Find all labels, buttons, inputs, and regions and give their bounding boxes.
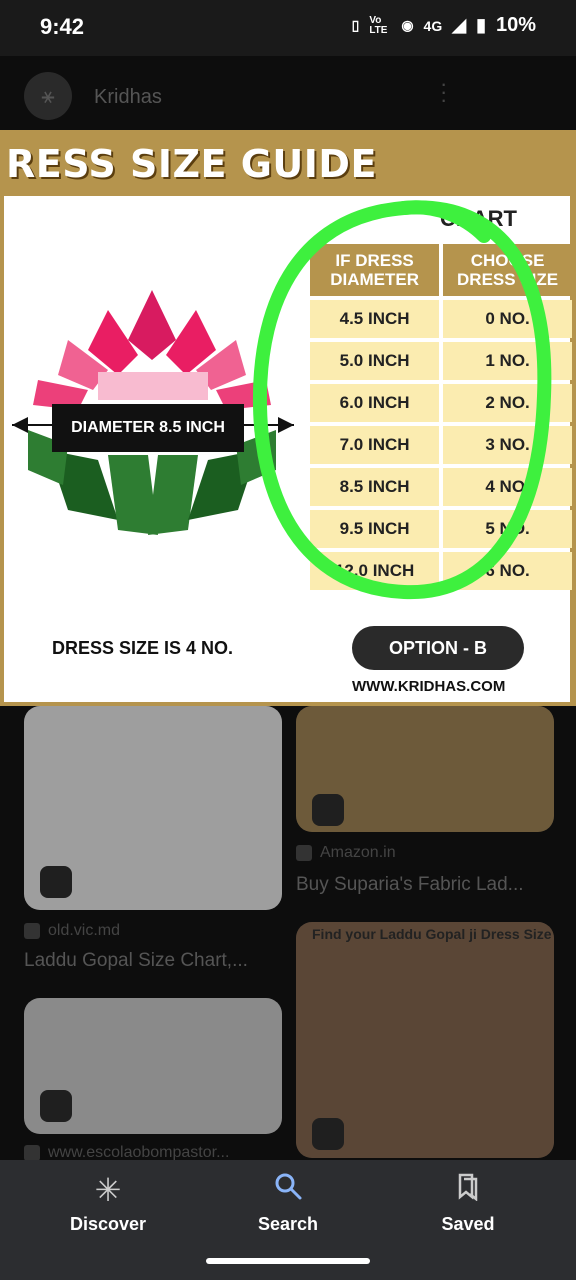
result-card[interactable] [24, 998, 282, 1134]
result-title[interactable]: Laddu Gopal Size Chart,... [24, 950, 248, 972]
favicon-icon [24, 1145, 40, 1161]
site-name[interactable]: Kridhas [94, 86, 162, 109]
highlight-circle [252, 200, 552, 600]
guide-title: RESS SIZE GUIDE [6, 142, 377, 186]
status-icons: ▯ Vo LTE ◉ 4G ◢ ▮ 10% [352, 14, 536, 37]
network-label: 4G [423, 17, 443, 34]
result-title[interactable]: Buy Suparia's Fabric Lad... [296, 874, 524, 896]
result-card[interactable]: Find your Laddu Gopal ji Dress Size [296, 922, 554, 1158]
lace-band [98, 372, 208, 400]
hotspot-icon: ◉ [401, 17, 414, 33]
nav-discover[interactable]: ✳ Discover [33, 1170, 183, 1235]
saved-icon [393, 1170, 543, 1210]
product-tag-icon [312, 794, 344, 826]
search-icon [213, 1170, 363, 1210]
dress-size-text: DRESS SIZE IS 4 NO. [52, 638, 234, 658]
result-source[interactable]: old.vic.md [24, 922, 120, 940]
asterisk-icon: ✳ [94, 1172, 122, 1208]
site-avatar[interactable]: ⚹ [24, 72, 72, 120]
nav-label: Discover [69, 1214, 147, 1234]
nav-saved[interactable]: Saved [393, 1170, 543, 1235]
nav-label: Search [257, 1214, 319, 1234]
product-tag-icon [40, 866, 72, 898]
vibrate-icon: ▯ [351, 17, 360, 33]
product-tag-icon [40, 1090, 72, 1122]
product-tag-icon [312, 1118, 344, 1150]
nav-search[interactable]: Search [213, 1170, 363, 1235]
option-badge: OPTION - B [352, 626, 524, 670]
battery-percent: 10% [495, 14, 536, 36]
signal-icon: ◢ [452, 15, 467, 35]
volte-icon: Vo LTE [369, 14, 388, 36]
battery-icon: ▮ [476, 15, 486, 35]
status-bar: 9:42 ▯ Vo LTE ◉ 4G ◢ ▮ 10% [0, 0, 576, 56]
more-options-icon[interactable]: · · · [440, 73, 447, 111]
result-image-caption: Find your Laddu Gopal ji Dress Size [312, 926, 552, 942]
site-url: WWW.KRIDHAS.COM [352, 678, 506, 695]
status-time: 9:42 [40, 14, 85, 39]
result-source[interactable]: Amazon.in [296, 844, 396, 862]
favicon-icon [24, 923, 40, 939]
home-indicator[interactable] [206, 1258, 370, 1264]
result-card[interactable] [24, 706, 282, 910]
favicon-icon [296, 845, 312, 861]
nav-label: Saved [441, 1214, 495, 1234]
diameter-tag: DIAMETER 8.5 INCH [52, 404, 244, 452]
result-card[interactable] [296, 706, 554, 832]
